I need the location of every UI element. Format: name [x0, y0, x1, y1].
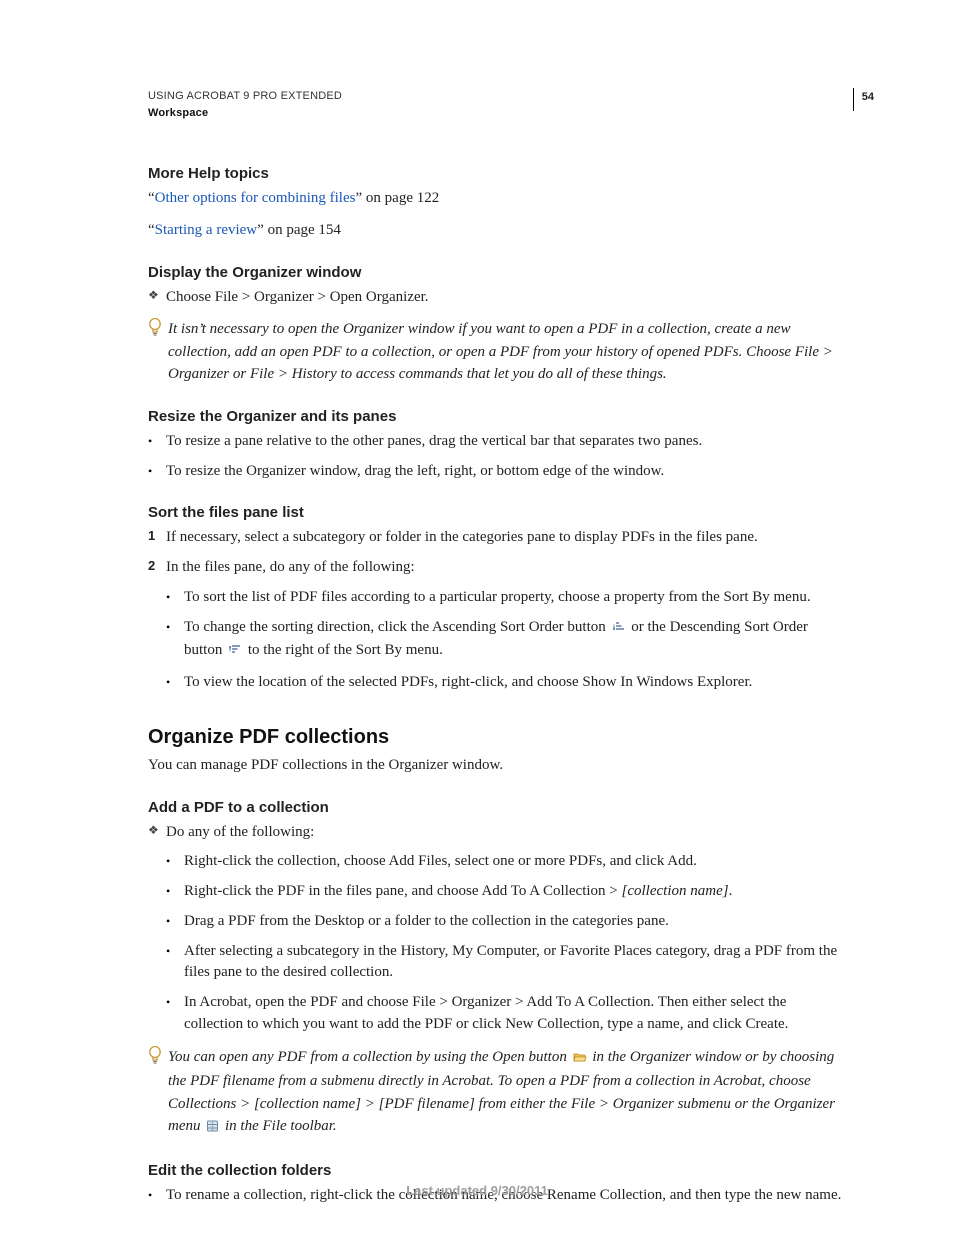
list-text: To view the location of the selected PDF… — [184, 672, 752, 694]
list-item: • Drag a PDF from the Desktop or a folde… — [166, 911, 844, 933]
list-item: ❖ Do any of the following: — [148, 822, 844, 844]
sort-descending-icon — [228, 642, 242, 664]
heading-edit-folders: Edit the collection folders — [148, 1162, 844, 1179]
list-item: • To resize a pane relative to the other… — [148, 431, 844, 453]
bullet-icon: • — [166, 589, 184, 611]
list-text: In Acrobat, open the PDF and choose File… — [184, 992, 844, 1036]
organizer-cabinet-icon — [206, 1117, 219, 1140]
list-text: To resize the Organizer window, drag the… — [166, 461, 664, 483]
list-item: 2 In the files pane, do any of the follo… — [148, 557, 844, 579]
heading-organize-collections: Organize PDF collections — [148, 726, 844, 749]
list-text: In the files pane, do any of the followi… — [166, 557, 415, 579]
list-text: To change the sorting direction, click t… — [184, 617, 844, 665]
bullet-icon: • — [148, 433, 166, 455]
heading-display-organizer: Display the Organizer window — [148, 264, 844, 281]
lightbulb-icon — [148, 1046, 168, 1140]
bullet-icon: • — [148, 463, 166, 485]
bullet-icon: • — [166, 994, 184, 1038]
bullet-icon: • — [166, 883, 184, 905]
bullet-icon: • — [166, 913, 184, 935]
link-combining-files[interactable]: Other options for combining files — [155, 190, 356, 206]
sort-ascending-icon — [612, 619, 626, 641]
step-number: 1 — [148, 527, 166, 549]
list-item: 1 If necessary, select a subcategory or … — [148, 527, 844, 549]
tip-note: You can open any PDF from a collection b… — [148, 1046, 844, 1140]
list-text: To sort the list of PDF files according … — [184, 587, 811, 609]
list-item: • In Acrobat, open the PDF and choose Fi… — [166, 992, 844, 1036]
heading-add-pdf: Add a PDF to a collection — [148, 799, 844, 816]
diamond-bullet-icon: ❖ — [148, 822, 166, 844]
list-text: If necessary, select a subcategory or fo… — [166, 527, 758, 549]
more-help-heading: More Help topics — [148, 165, 844, 182]
list-item: • Right-click the PDF in the files pane,… — [166, 881, 844, 903]
bullet-icon: • — [166, 853, 184, 875]
list-item: • To resize the Organizer window, drag t… — [148, 461, 844, 483]
list-text: After selecting a subcategory in the His… — [184, 941, 844, 985]
bullet-icon: • — [166, 619, 184, 667]
list-item: • After selecting a subcategory in the H… — [166, 941, 844, 985]
step-number: 2 — [148, 557, 166, 579]
list-item: ❖ Choose File > Organizer > Open Organiz… — [148, 287, 844, 309]
list-text: Right-click the collection, choose Add F… — [184, 851, 697, 873]
tip-note: It isn’t necessary to open the Organizer… — [148, 318, 844, 386]
heading-resize-organizer: Resize the Organizer and its panes — [148, 408, 844, 425]
bullet-icon: • — [166, 674, 184, 696]
tip-text: It isn’t necessary to open the Organizer… — [168, 318, 844, 386]
tip-text: You can open any PDF from a collection b… — [168, 1046, 844, 1140]
list-item: • Right-click the collection, choose Add… — [166, 851, 844, 873]
diamond-bullet-icon: ❖ — [148, 287, 166, 309]
list-item: • To view the location of the selected P… — [166, 672, 844, 694]
folder-open-icon — [573, 1048, 587, 1071]
doc-title: USING ACROBAT 9 PRO EXTENDED — [148, 88, 342, 105]
list-text: Drag a PDF from the Desktop or a folder … — [184, 911, 669, 933]
help-link-row-2: “Starting a review” on page 154 — [148, 220, 844, 242]
list-text: To resize a pane relative to the other p… — [166, 431, 702, 453]
doc-section: Workspace — [148, 105, 342, 122]
page-number: 54 — [853, 88, 874, 111]
list-item: • To change the sorting direction, click… — [166, 617, 844, 665]
page-header: USING ACROBAT 9 PRO EXTENDED Workspace 5… — [148, 88, 844, 121]
list-text: Choose File > Organizer > Open Organizer… — [166, 287, 429, 309]
section-intro: You can manage PDF collections in the Or… — [148, 755, 844, 777]
help-link-row-1: “Other options for combining files” on p… — [148, 188, 844, 210]
heading-sort-files: Sort the files pane list — [148, 504, 844, 521]
bullet-icon: • — [166, 943, 184, 987]
list-item: • To sort the list of PDF files accordin… — [166, 587, 844, 609]
link-starting-review[interactable]: Starting a review — [155, 222, 257, 238]
footer-updated: Last updated 9/30/2011 — [0, 1183, 954, 1198]
list-text: Right-click the PDF in the files pane, a… — [184, 881, 732, 903]
lightbulb-icon — [148, 318, 168, 386]
list-text: Do any of the following: — [166, 822, 314, 844]
